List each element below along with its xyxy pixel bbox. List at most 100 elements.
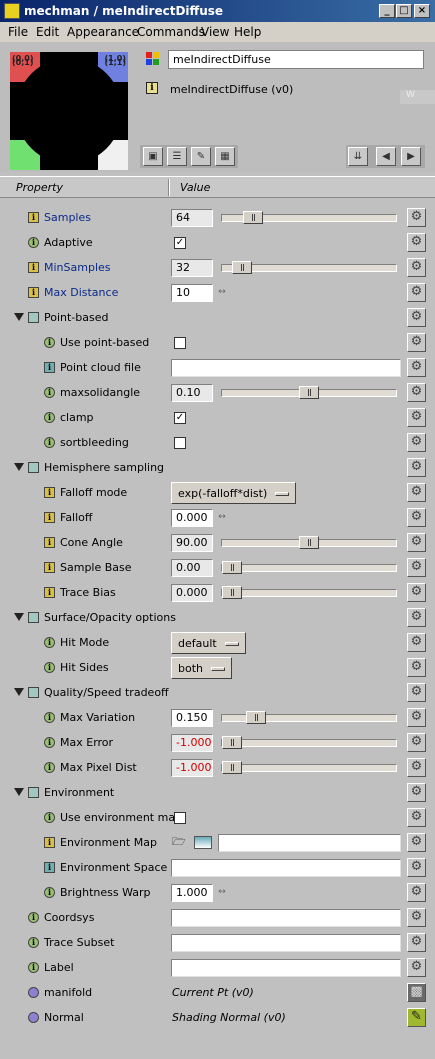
gear-icon[interactable]: ⚙	[407, 558, 426, 577]
gear-icon[interactable]: ⚙	[407, 633, 426, 652]
gear-icon[interactable]: ⚙	[407, 233, 426, 252]
maximize-button[interactable]: □	[396, 4, 412, 18]
max-error-slider[interactable]	[221, 736, 397, 749]
gear-icon[interactable]: ⚙	[407, 808, 426, 827]
ghost-button[interactable]: W	[400, 90, 435, 104]
gear-icon[interactable]: ⚙	[407, 858, 426, 877]
gear-icon[interactable]: ⚙	[407, 358, 426, 377]
gear-icon[interactable]: ⚙	[407, 383, 426, 402]
minsamples-slider[interactable]	[221, 261, 397, 274]
gear-icon[interactable]: ⚙	[407, 483, 426, 502]
gear-icon[interactable]: ⚙	[407, 733, 426, 752]
gear-icon[interactable]: ⚙	[407, 533, 426, 552]
expand-triangle-icon[interactable]	[14, 463, 24, 471]
checker-icon[interactable]: ▩	[407, 983, 426, 1002]
list-icon[interactable]: ☰	[167, 147, 187, 166]
save-icon[interactable]: ▣	[143, 147, 163, 166]
max-variation-input[interactable]: 0.150	[171, 709, 213, 727]
group-hemisphere-sampling[interactable]: Hemisphere sampling ⚙	[0, 455, 435, 480]
sample-base-slider[interactable]	[221, 561, 397, 574]
grid-icon[interactable]: ▦	[215, 147, 235, 166]
menu-view[interactable]: View	[201, 25, 229, 39]
info-icon[interactable]: i	[146, 82, 158, 94]
gear-icon[interactable]: ⚙	[407, 508, 426, 527]
falloff-input[interactable]: 0.000	[171, 509, 213, 527]
max-pixel-dist-slider[interactable]	[221, 761, 397, 774]
link-arrows-icon[interactable]: ↔	[215, 887, 229, 899]
max-error-input[interactable]: -1.000	[171, 734, 213, 752]
samples-slider[interactable]	[221, 211, 397, 224]
minsamples-input[interactable]: 32	[171, 259, 213, 277]
expand-down-icon[interactable]: ⇊	[348, 147, 368, 166]
use-point-based-checkbox[interactable]	[174, 337, 186, 349]
cone-angle-slider[interactable]	[221, 536, 397, 549]
gear-icon[interactable]: ⚙	[407, 933, 426, 952]
maxsolidangle-input[interactable]: 0.10	[171, 384, 213, 402]
expand-triangle-icon[interactable]	[14, 688, 24, 696]
slider-thumb[interactable]	[222, 586, 242, 599]
expand-triangle-icon[interactable]	[14, 313, 24, 321]
hit-sides-dropdown[interactable]: both	[171, 657, 232, 679]
group-surface-opacity[interactable]: Surface/Opacity options ⚙	[0, 605, 435, 630]
samples-input[interactable]: 64	[171, 209, 213, 227]
gear-icon[interactable]: ⚙	[407, 608, 426, 627]
menu-edit[interactable]: Edit	[36, 25, 59, 39]
slider-thumb[interactable]	[232, 261, 252, 274]
slider-thumb[interactable]	[222, 561, 242, 574]
gear-icon[interactable]: ⚙	[407, 833, 426, 852]
use-environment-map-checkbox[interactable]	[174, 812, 186, 824]
slider-thumb[interactable]	[222, 736, 242, 749]
adaptive-checkbox[interactable]: ✓	[174, 237, 186, 249]
forward-icon[interactable]: ▶	[401, 147, 421, 166]
sample-base-input[interactable]: 0.00	[171, 559, 213, 577]
gear-icon[interactable]: ⚙	[407, 583, 426, 602]
slider-thumb[interactable]	[299, 386, 319, 399]
node-name-input[interactable]: meIndirectDiffuse	[168, 50, 424, 69]
image-preview-icon[interactable]	[194, 836, 212, 849]
max-distance-input[interactable]: 10	[171, 284, 213, 302]
gear-icon[interactable]: ⚙	[407, 283, 426, 302]
group-point-based[interactable]: Point-based ⚙	[0, 305, 435, 330]
gear-icon[interactable]: ⚙	[407, 333, 426, 352]
minimize-button[interactable]: _	[379, 4, 395, 18]
menu-file[interactable]: File	[8, 25, 28, 39]
link-arrows-icon[interactable]: ↔	[215, 512, 229, 524]
shader-swatch-preview[interactable]: (0,0) (1,0) (0,1) (1,1)	[10, 52, 128, 170]
gear-icon[interactable]: ⚙	[407, 758, 426, 777]
gear-icon[interactable]: ⚙	[407, 308, 426, 327]
pen-icon[interactable]: ✎	[407, 1008, 426, 1027]
menu-help[interactable]: Help	[234, 25, 261, 39]
environment-space-input[interactable]	[171, 859, 401, 877]
group-quality-speed[interactable]: Quality/Speed tradeoff ⚙	[0, 680, 435, 705]
gear-icon[interactable]: ⚙	[407, 258, 426, 277]
gear-icon[interactable]: ⚙	[407, 208, 426, 227]
slider-thumb[interactable]	[246, 711, 266, 724]
gear-icon[interactable]: ⚙	[407, 883, 426, 902]
gear-icon[interactable]: ⚙	[407, 708, 426, 727]
clamp-checkbox[interactable]: ✓	[174, 412, 186, 424]
expand-triangle-icon[interactable]	[14, 788, 24, 796]
falloff-mode-dropdown[interactable]: exp(-falloff*dist)	[171, 482, 297, 504]
gear-icon[interactable]: ⚙	[407, 408, 426, 427]
expand-triangle-icon[interactable]	[14, 613, 24, 621]
label-input[interactable]	[171, 959, 401, 977]
trace-bias-slider[interactable]	[221, 586, 397, 599]
gear-icon[interactable]: ⚙	[407, 958, 426, 977]
max-variation-slider[interactable]	[221, 711, 397, 724]
hit-mode-dropdown[interactable]: default	[171, 632, 246, 654]
slider-thumb[interactable]	[222, 761, 242, 774]
gear-icon[interactable]: ⚙	[407, 433, 426, 452]
gear-icon[interactable]: ⚙	[407, 908, 426, 927]
trace-subset-input[interactable]	[171, 934, 401, 952]
menu-commands[interactable]: Commands	[137, 25, 205, 39]
gear-icon[interactable]: ⚙	[407, 658, 426, 677]
point-cloud-file-input[interactable]	[171, 359, 401, 377]
folder-icon[interactable]: 🗁	[172, 836, 188, 848]
slider-thumb[interactable]	[299, 536, 319, 549]
sortbleeding-checkbox[interactable]	[174, 437, 186, 449]
back-icon[interactable]: ◀	[376, 147, 396, 166]
environment-map-input[interactable]	[218, 834, 401, 852]
pin-icon[interactable]: ✎	[191, 147, 211, 166]
group-environment[interactable]: Environment ⚙	[0, 780, 435, 805]
slider-thumb[interactable]	[243, 211, 263, 224]
